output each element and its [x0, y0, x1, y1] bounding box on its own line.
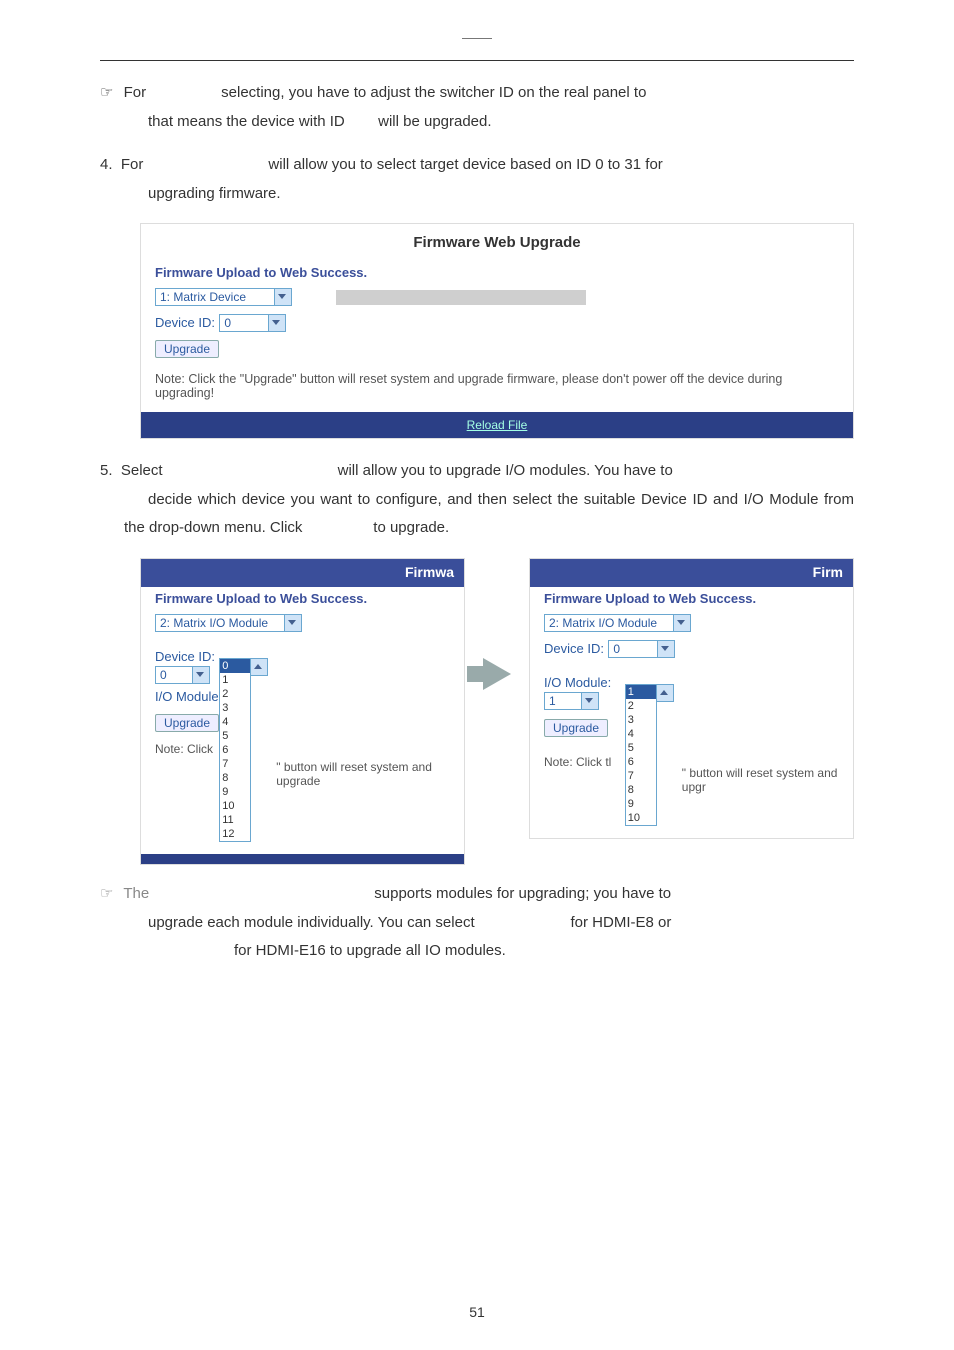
- text: supports modules for upgrading; you have…: [374, 885, 671, 902]
- dropdown-icon[interactable]: [581, 692, 599, 710]
- tip-paragraph-1: ☞ For selecting, you have to adjust the …: [124, 79, 854, 136]
- device-id-label: Device ID:: [155, 649, 215, 664]
- device-id-select[interactable]: 0: [608, 640, 658, 658]
- list-item[interactable]: 8: [626, 783, 656, 797]
- text: For: [121, 156, 144, 173]
- panel-footer: Reload File: [141, 412, 853, 438]
- list-item[interactable]: 3: [626, 713, 656, 727]
- list-item[interactable]: 2: [626, 699, 656, 713]
- io-module-option-list[interactable]: 0 1 2 3 4 5 6 7 8 9 10 11 12: [219, 658, 251, 842]
- text: will allow you to upgrade I/O modules. Y…: [338, 462, 673, 479]
- io-module-panel-right: Firm Firmware Upload to Web Success. 2: …: [529, 558, 854, 839]
- upgrade-button[interactable]: Upgrade: [155, 714, 219, 732]
- device-id-select[interactable]: 0: [219, 314, 269, 332]
- io-module-select[interactable]: 1: [544, 692, 582, 710]
- text: for HDMI-E16 to upgrade all IO modules.: [234, 942, 506, 959]
- text: For: [124, 84, 147, 101]
- io-module-option-list[interactable]: 1 2 3 4 5 6 7 8 9 10: [625, 684, 657, 826]
- dropdown-icon[interactable]: [657, 640, 675, 658]
- list-item[interactable]: 4: [626, 727, 656, 741]
- list-item[interactable]: 2: [220, 687, 250, 701]
- page-number: 51: [469, 1304, 485, 1320]
- dropdown-icon[interactable]: [192, 666, 210, 684]
- device-id-select[interactable]: 0: [155, 666, 193, 684]
- note-tail: " button will reset system and upgrade: [276, 760, 450, 788]
- upload-success-label: Firmware Upload to Web Success.: [544, 591, 839, 606]
- header-rule: [100, 60, 854, 61]
- list-item[interactable]: 5: [220, 729, 250, 743]
- list-item[interactable]: 1: [220, 673, 250, 687]
- panel-footer-strip: [141, 854, 464, 864]
- text: for HDMI-E8 or: [571, 914, 672, 931]
- io-module-panel-left: Firmwa Firmware Upload to Web Success. 2…: [140, 558, 465, 865]
- dropdown-icon[interactable]: [268, 314, 286, 332]
- list-item[interactable]: 7: [220, 757, 250, 771]
- upgrade-note: Note: Click the "Upgrade" button will re…: [155, 372, 839, 400]
- upload-success-label: Firmware Upload to Web Success.: [155, 591, 450, 606]
- panel-header-right: Firm: [813, 564, 843, 580]
- list-item[interactable]: 9: [626, 797, 656, 811]
- text: Select: [121, 462, 163, 479]
- upgrade-button[interactable]: Upgrade: [155, 340, 219, 358]
- arrow-right-icon: [483, 658, 511, 690]
- module-type-select[interactable]: 2: Matrix I/O Module: [544, 614, 674, 632]
- dropdown-icon[interactable]: [673, 614, 691, 632]
- device-type-select[interactable]: 1: Matrix Device: [155, 288, 275, 306]
- list-item[interactable]: 4: [220, 715, 250, 729]
- progress-placeholder: [336, 290, 586, 305]
- text: that means the device with ID: [148, 113, 345, 130]
- list-item[interactable]: 1: [626, 685, 656, 699]
- list-item[interactable]: 9: [220, 785, 250, 799]
- panel-header-left: Firmwa: [405, 564, 454, 580]
- module-type-select[interactable]: 2: Matrix I/O Module: [155, 614, 285, 632]
- list-number: 4.: [100, 156, 113, 173]
- device-id-label: Device ID:: [544, 641, 604, 656]
- list-item-5: 5. Select will allow you to upgrade I/O …: [124, 457, 854, 543]
- scroll-up-icon[interactable]: [656, 684, 674, 702]
- list-item-4: 4. For will allow you to select target d…: [124, 151, 854, 208]
- list-item[interactable]: 6: [626, 755, 656, 769]
- text: upgrade each module individually. You ca…: [148, 914, 475, 931]
- note-text: Note: Click: [155, 742, 213, 756]
- upload-success-label: Firmware Upload to Web Success.: [155, 265, 839, 280]
- list-item[interactable]: 3: [220, 701, 250, 715]
- list-item[interactable]: 7: [626, 769, 656, 783]
- scroll-up-icon[interactable]: [250, 658, 268, 676]
- list-item[interactable]: 5: [626, 741, 656, 755]
- list-item[interactable]: 8: [220, 771, 250, 785]
- text: decide which device you want to configur…: [124, 491, 854, 537]
- io-module-label: I/O Module:: [544, 675, 611, 690]
- text: will be upgraded.: [378, 113, 491, 130]
- list-item[interactable]: 10: [220, 799, 250, 813]
- list-item[interactable]: 11: [220, 813, 250, 827]
- dropdown-icon[interactable]: [284, 614, 302, 632]
- list-item[interactable]: 0: [220, 659, 250, 673]
- firmware-upgrade-panel: Firmware Web Upgrade Firmware Upload to …: [140, 223, 854, 439]
- list-number: 5.: [100, 462, 113, 479]
- tip-paragraph-2: ☞ The supports modules for upgrading; yo…: [124, 880, 854, 966]
- header-short-rule: [462, 38, 492, 39]
- dropdown-icon[interactable]: [274, 288, 292, 306]
- hand-icon: ☞: [100, 885, 113, 902]
- panel-title: Firmware Web Upgrade: [141, 224, 853, 261]
- list-item[interactable]: 12: [220, 827, 250, 841]
- upgrade-button[interactable]: Upgrade: [544, 719, 608, 737]
- text: selecting, you have to adjust the switch…: [221, 84, 646, 101]
- note-tail: " button will reset system and upgr: [682, 766, 839, 794]
- io-module-label: I/O Module: [155, 689, 219, 704]
- text: will allow you to select target device b…: [268, 156, 662, 173]
- hand-icon: ☞: [100, 84, 113, 101]
- reload-file-link[interactable]: Reload File: [467, 418, 528, 432]
- text: The: [123, 885, 149, 902]
- list-item[interactable]: 10: [626, 811, 656, 825]
- text: upgrading firmware.: [148, 185, 281, 202]
- text: to upgrade.: [373, 519, 449, 536]
- device-id-label: Device ID:: [155, 315, 215, 330]
- list-item[interactable]: 6: [220, 743, 250, 757]
- note-text: Note: Click tl: [544, 755, 611, 769]
